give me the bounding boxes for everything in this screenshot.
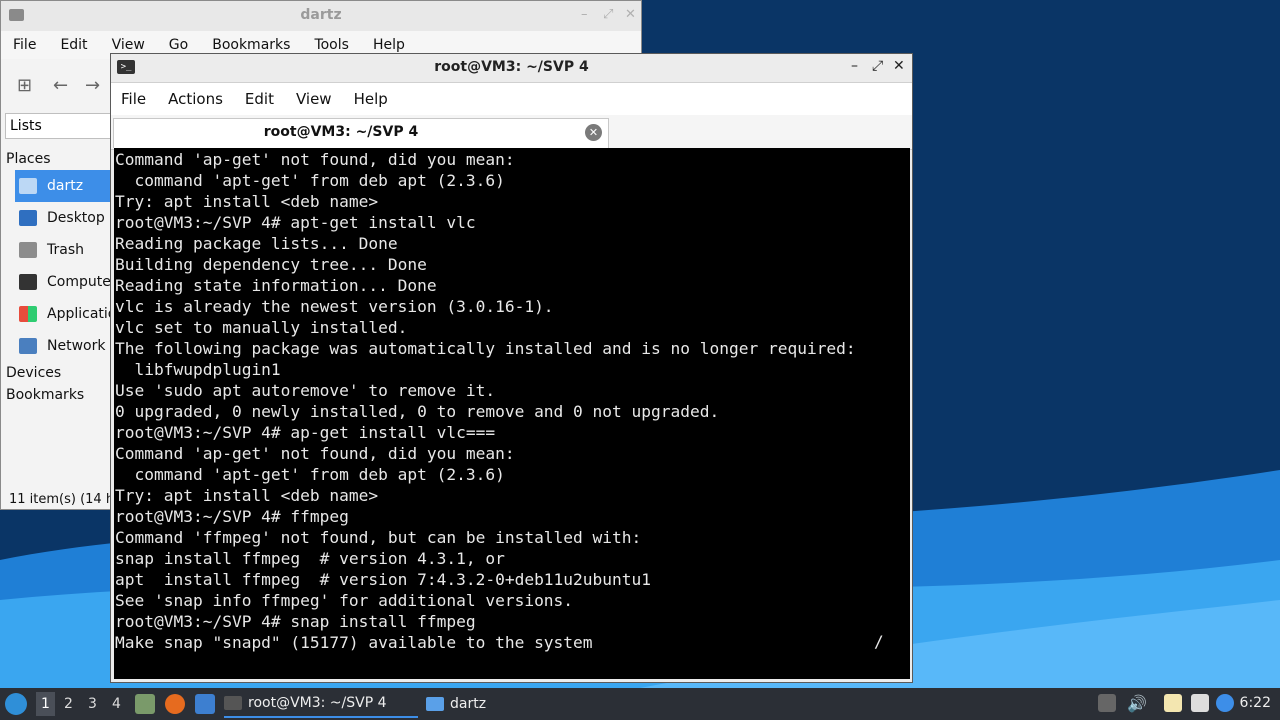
file-manager-launcher-icon[interactable] [135,694,155,714]
menu-actions[interactable]: Actions [168,90,223,108]
show-desktop-icon[interactable] [195,694,215,714]
workspace-2[interactable]: 2 [64,696,73,712]
volume-icon[interactable]: 🔊 [1127,694,1147,713]
sidebar-item-trash[interactable]: Trash [1,234,121,266]
bookmarks-header[interactable]: Bookmarks [1,384,121,406]
sidebar-item-label: Desktop [47,210,105,226]
maximize-button[interactable]: ⤢ [872,58,883,74]
sidebar-item-label: Network [47,338,106,354]
workspace-1[interactable]: 1 [36,692,55,716]
terminal-tab[interactable]: root@VM3: ~/SVP 4 ✕ [113,118,609,148]
folder-icon [426,697,444,711]
terminal-title: root@VM3: ~/SVP 4 [434,59,589,75]
menu-view[interactable]: View [112,37,145,53]
sidebar-item-computer[interactable]: Compute [1,266,121,298]
trash-icon [19,242,37,258]
forward-arrow-icon[interactable]: → [85,75,100,96]
notification-icon[interactable] [1216,694,1234,712]
places-header[interactable]: Places [1,148,121,170]
terminal-titlebar[interactable]: >_ root@VM3: ~/SVP 4 – ⤢ ✕ [111,54,912,83]
taskbar: 1 2 3 4 root@VM3: ~/SVP 4 dartz 🔊 6:22 [0,688,1280,720]
clock[interactable]: 6:22 [1240,695,1271,711]
minimize-icon[interactable]: – [581,7,588,22]
new-tab-icon[interactable]: ⊞ [17,75,32,96]
network-icon [19,338,37,354]
terminal-tab-label: root@VM3: ~/SVP 4 [263,124,419,140]
menu-file[interactable]: File [13,37,36,53]
terminal-window: >_ root@VM3: ~/SVP 4 – ⤢ ✕ File Actions … [110,53,913,683]
minimize-button[interactable]: – [851,58,858,74]
terminal-output[interactable]: Command 'ap-get' not found, did you mean… [114,148,910,679]
sidebar-item-label: dartz [47,178,84,194]
menu-edit[interactable]: Edit [60,37,87,53]
terminal-tabbar: root@VM3: ~/SVP 4 ✕ [111,115,912,150]
terminal-text: Command 'ap-get' not found, did you mean… [115,150,856,652]
menu-file[interactable]: File [121,90,146,108]
update-icon[interactable] [1098,694,1116,712]
sidebar-item-dartz[interactable]: dartz [15,170,121,202]
file-manager-title: dartz [300,7,342,23]
sidebar-item-label: Trash [47,242,84,258]
sidebar-item-applications[interactable]: Applicatio [1,298,121,330]
workspace-3[interactable]: 3 [88,696,97,712]
menu-view[interactable]: View [296,90,332,108]
sidebar-item-network[interactable]: Network [1,330,121,362]
task-file-manager[interactable]: dartz [426,690,546,718]
menu-tools[interactable]: Tools [314,37,349,53]
back-arrow-icon[interactable]: ← [53,75,68,96]
menu-help[interactable]: Help [373,37,405,53]
clipboard-icon[interactable] [1164,694,1182,712]
home-folder-icon [19,178,37,194]
menu-bookmarks[interactable]: Bookmarks [212,37,290,53]
close-icon[interactable]: ✕ [625,7,636,22]
close-tab-icon[interactable]: ✕ [585,124,602,141]
side-panel-mode-select[interactable]: Lists [5,113,125,139]
workspace-4[interactable]: 4 [112,696,121,712]
start-menu-icon[interactable] [5,693,27,715]
terminal-menubar: File Actions Edit View Help [111,83,912,115]
applications-icon [19,306,37,322]
sidebar-item-label: Compute [47,274,111,290]
sidebar-item-label: Applicatio [47,306,117,322]
desktop-icon [19,210,37,226]
task-terminal[interactable]: root@VM3: ~/SVP 4 [224,690,418,718]
computer-icon [19,274,37,290]
close-button[interactable]: ✕ [893,58,905,74]
task-label: root@VM3: ~/SVP 4 [248,695,387,711]
task-label: dartz [450,696,487,712]
status-bar: 11 item(s) (14 h [9,492,115,507]
maximize-icon[interactable]: ⤢ [603,7,613,22]
menu-go[interactable]: Go [169,37,188,53]
sidebar: Places dartz Desktop Trash Compute Appli… [1,141,121,406]
terminal-icon [224,696,242,710]
progress-spinner: / [874,632,884,651]
devices-header[interactable]: Devices [1,362,121,384]
menu-help[interactable]: Help [354,90,388,108]
file-manager-titlebar[interactable]: dartz – ⤢ ✕ [1,1,641,31]
network-monitor-icon[interactable] [1191,694,1209,712]
menu-edit[interactable]: Edit [245,90,274,108]
sidebar-item-desktop[interactable]: Desktop [1,202,121,234]
firefox-icon[interactable] [165,694,185,714]
